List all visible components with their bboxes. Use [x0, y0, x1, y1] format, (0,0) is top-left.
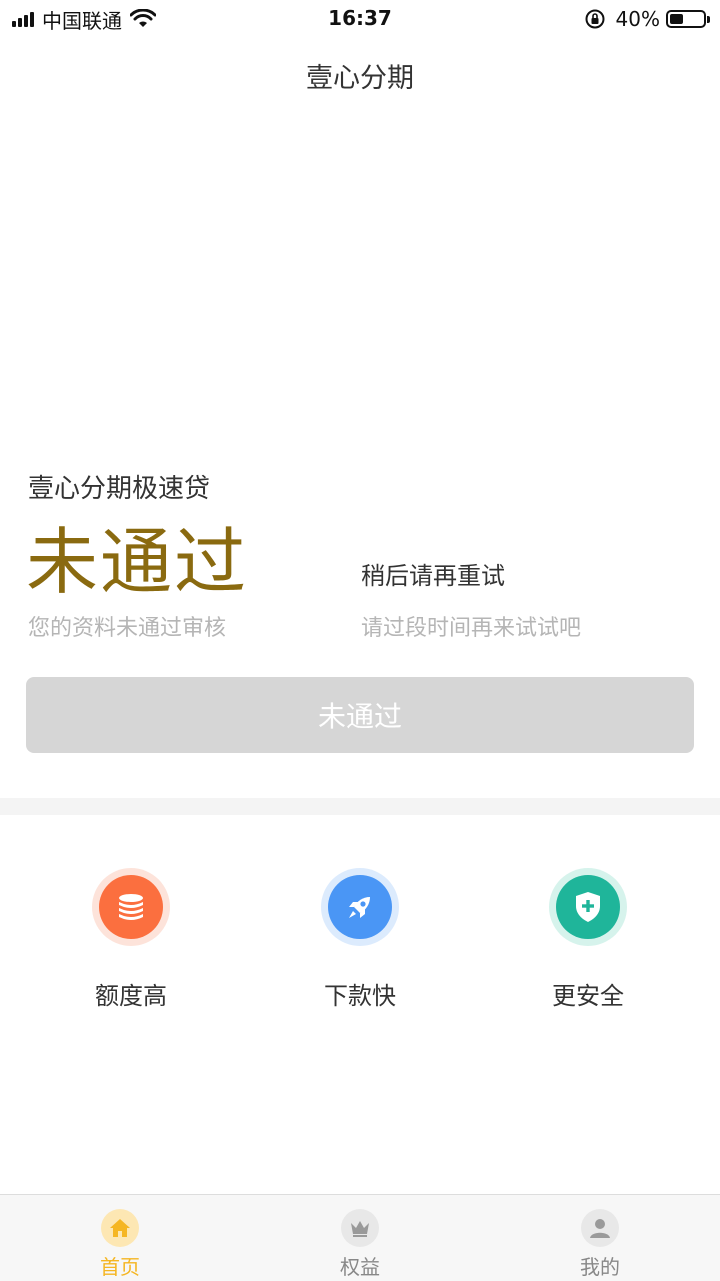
application-status: 未通过	[26, 520, 249, 604]
status-button[interactable]: 未通过	[26, 677, 694, 753]
tab-label: 首页	[100, 1255, 140, 1279]
status-bar: 中国联通 16:37 40%	[0, 0, 720, 38]
feature-fast-loan: 下款快	[280, 868, 440, 1011]
feature-label: 更安全	[552, 982, 624, 1010]
page-title: 壹心分期	[306, 63, 414, 94]
rotation-lock-icon	[585, 9, 605, 29]
battery-percent: 40%	[615, 7, 660, 31]
retry-title: 稍后请再重试	[361, 562, 505, 590]
retry-desc: 请过段时间再来试试吧	[361, 616, 582, 641]
tab-label: 权益	[340, 1255, 380, 1279]
feature-label: 额度高	[95, 982, 167, 1010]
feature-high-limit: 额度高	[51, 868, 211, 1011]
tab-benefits[interactable]: 权益	[300, 1209, 420, 1280]
crown-icon	[341, 1209, 379, 1247]
feature-safer: 更安全	[508, 868, 668, 1011]
tab-bar: 首页 权益 我的	[0, 1194, 720, 1281]
tab-label: 我的	[580, 1255, 620, 1279]
tab-mine[interactable]: 我的	[540, 1209, 660, 1280]
shield-plus-icon	[556, 875, 620, 939]
user-icon	[581, 1209, 619, 1247]
rocket-icon	[328, 875, 392, 939]
loan-product-name: 壹心分期极速贷	[28, 474, 211, 504]
feature-label: 下款快	[324, 982, 396, 1010]
application-status-desc: 您的资料未通过审核	[28, 616, 227, 641]
section-divider	[0, 798, 720, 815]
tab-home[interactable]: 首页	[60, 1209, 180, 1280]
battery-icon	[666, 10, 710, 28]
home-icon	[101, 1209, 139, 1247]
database-coins-icon	[99, 875, 163, 939]
